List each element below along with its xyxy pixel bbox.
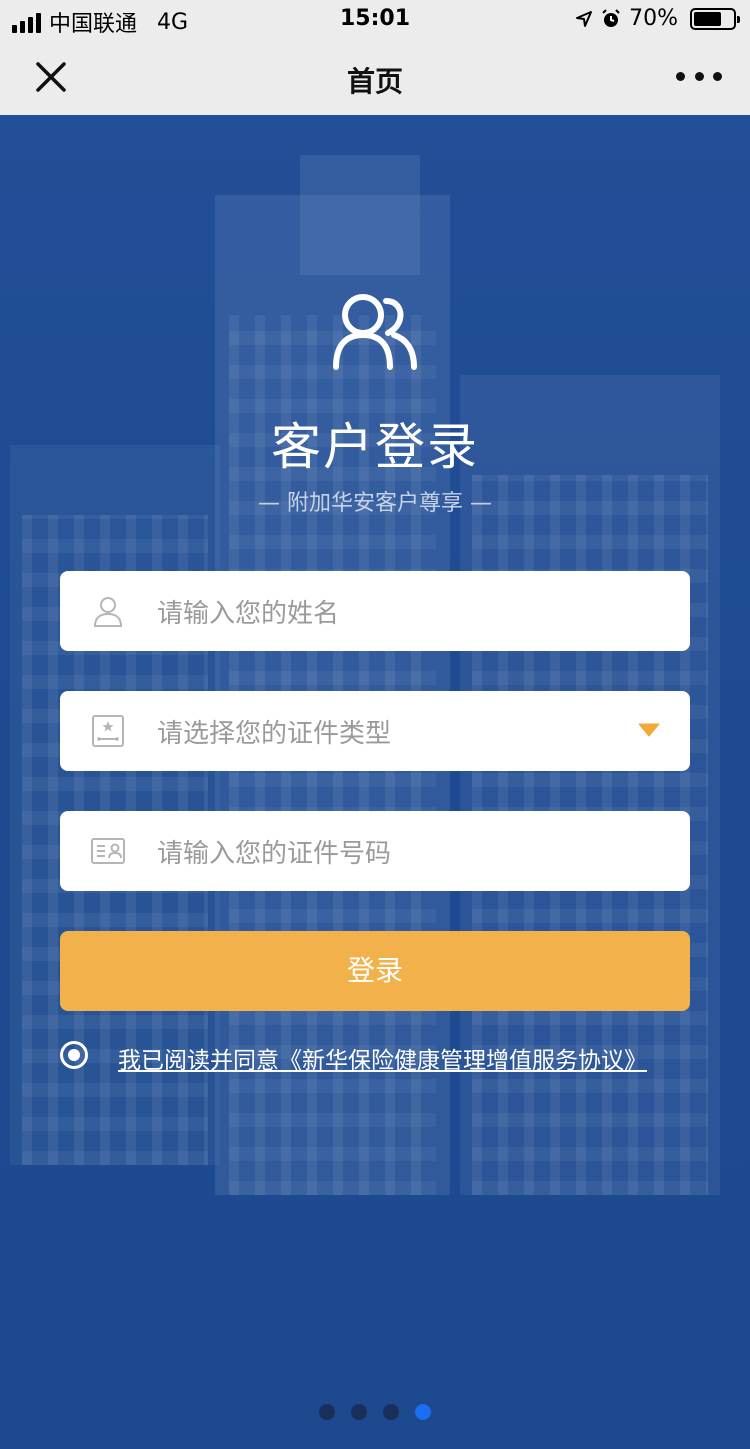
status-right: 70%: [575, 6, 740, 31]
id-type-placeholder: 请选择您的证件类型: [157, 719, 392, 749]
pager-dot[interactable]: [415, 1404, 431, 1420]
background-building-tower: [300, 155, 420, 275]
nav-bar: 首页: [0, 40, 750, 115]
alarm-icon: [602, 8, 620, 27]
battery-icon: [690, 7, 740, 30]
login-subtitle: — 附加华安客户尊享 —: [258, 491, 492, 516]
agreement-link[interactable]: 我已阅读并同意《新华保险健康管理增值服务协议》: [118, 1041, 647, 1075]
dropdown-triangle-icon[interactable]: [638, 723, 660, 737]
id-type-select[interactable]: 请选择您的证件类型: [60, 691, 690, 771]
more-dots-icon[interactable]: [676, 60, 722, 92]
pager-dot[interactable]: [319, 1404, 335, 1420]
login-background: 客户登录 — 附加华安客户尊享 — 请输入您的姓名 请选择您的证件类型 请输入您…: [0, 115, 750, 1449]
agreement-radio[interactable]: [60, 1041, 88, 1069]
id-number-placeholder: 请输入您的证件号码: [157, 839, 392, 869]
name-placeholder: 请输入您的姓名: [157, 599, 340, 629]
login-title: 客户登录: [271, 418, 479, 476]
name-field[interactable]: 请输入您的姓名: [60, 571, 690, 651]
battery-percent: 70%: [629, 6, 678, 31]
page-title: 首页: [346, 65, 403, 98]
status-bar: 中国联通 4G 15:01 70%: [0, 0, 750, 40]
person-icon: [93, 597, 123, 627]
battery-fill: [694, 11, 721, 26]
id-card-icon: [91, 838, 125, 864]
login-button[interactable]: 登录: [60, 931, 690, 1011]
id-number-field[interactable]: 请输入您的证件号码: [60, 811, 690, 891]
agreement-row: 我已阅读并同意《新华保险健康管理增值服务协议》: [60, 1037, 690, 1077]
page-indicator: [319, 1404, 431, 1420]
location-arrow-icon: [576, 10, 593, 27]
pager-dot[interactable]: [351, 1404, 367, 1420]
pager-dot[interactable]: [383, 1404, 399, 1420]
users-icon: [333, 294, 417, 370]
id-card-star-icon: [92, 715, 124, 747]
